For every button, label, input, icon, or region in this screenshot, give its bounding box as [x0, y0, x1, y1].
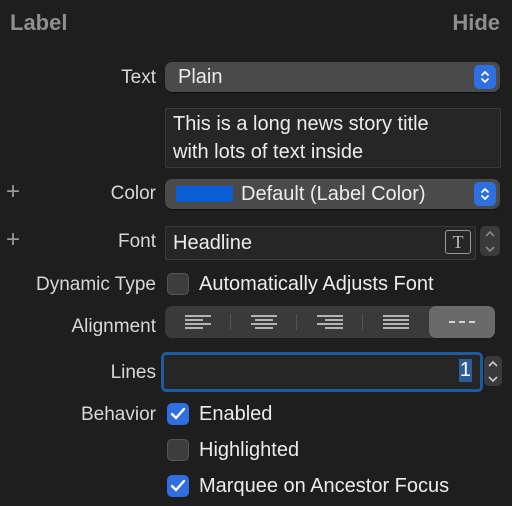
dynamic-type-label: Dynamic Type: [35, 274, 156, 295]
font-label: Font: [117, 231, 156, 252]
auto-adjust-font-label: Automatically Adjusts Font: [199, 273, 434, 295]
text-label: Text: [121, 67, 156, 88]
enabled-label: Enabled: [199, 403, 273, 425]
popup-chevron-icon: [474, 182, 496, 206]
highlighted-label: Highlighted: [199, 439, 300, 461]
stepper-down-icon: [488, 375, 498, 382]
justify-align-icon: [383, 315, 409, 329]
text-type-value: Plain: [178, 66, 223, 88]
left-align-icon: [185, 315, 211, 329]
stepper-up-icon: [485, 230, 495, 237]
section-title: Label: [10, 10, 68, 35]
font-value: Headline: [173, 232, 252, 254]
align-left-button[interactable]: [165, 306, 231, 338]
checkmark-icon: [170, 407, 186, 420]
font-size-stepper[interactable]: [480, 226, 500, 256]
stepper-up-icon: [488, 360, 498, 367]
color-popup[interactable]: Default (Label Color): [165, 179, 500, 209]
right-align-icon: [317, 315, 343, 329]
align-justify-button[interactable]: [363, 306, 429, 338]
text-type-popup[interactable]: Plain: [165, 62, 500, 92]
font-field[interactable]: Headline T: [165, 226, 476, 260]
auto-adjust-font-checkbox[interactable]: [167, 273, 189, 295]
align-center-button[interactable]: [231, 306, 297, 338]
font-picker-icon[interactable]: T: [445, 230, 471, 254]
text-content-line-1: This is a long news story title: [173, 113, 429, 135]
text-content-field[interactable]: This is a long news story title with lot…: [165, 108, 501, 168]
align-natural-button[interactable]: [429, 306, 495, 338]
lines-field[interactable]: 1: [161, 352, 483, 392]
popup-chevron-icon: [474, 65, 496, 89]
color-swatch: [176, 186, 233, 202]
lines-label: Lines: [110, 362, 156, 383]
alignment-label: Alignment: [71, 316, 157, 337]
marquee-label: Marquee on Ancestor Focus: [199, 475, 450, 497]
alignment-segmented-control[interactable]: [165, 306, 495, 338]
lines-value: 1: [458, 359, 472, 382]
lines-stepper[interactable]: [484, 356, 502, 386]
color-value: Default (Label Color): [241, 183, 426, 205]
text-content-line-2: with lots of text inside: [173, 141, 364, 163]
enabled-checkbox[interactable]: [167, 403, 189, 425]
center-align-icon: [251, 315, 277, 329]
natural-align-icon: [449, 321, 475, 323]
color-label: Color: [110, 183, 156, 204]
align-right-button[interactable]: [297, 306, 363, 338]
behavior-label: Behavior: [81, 404, 156, 425]
checkmark-icon: [170, 479, 186, 492]
hide-button[interactable]: Hide: [452, 10, 500, 36]
stepper-down-icon: [485, 245, 495, 252]
highlighted-checkbox[interactable]: [167, 439, 189, 461]
marquee-checkbox[interactable]: [167, 475, 189, 497]
